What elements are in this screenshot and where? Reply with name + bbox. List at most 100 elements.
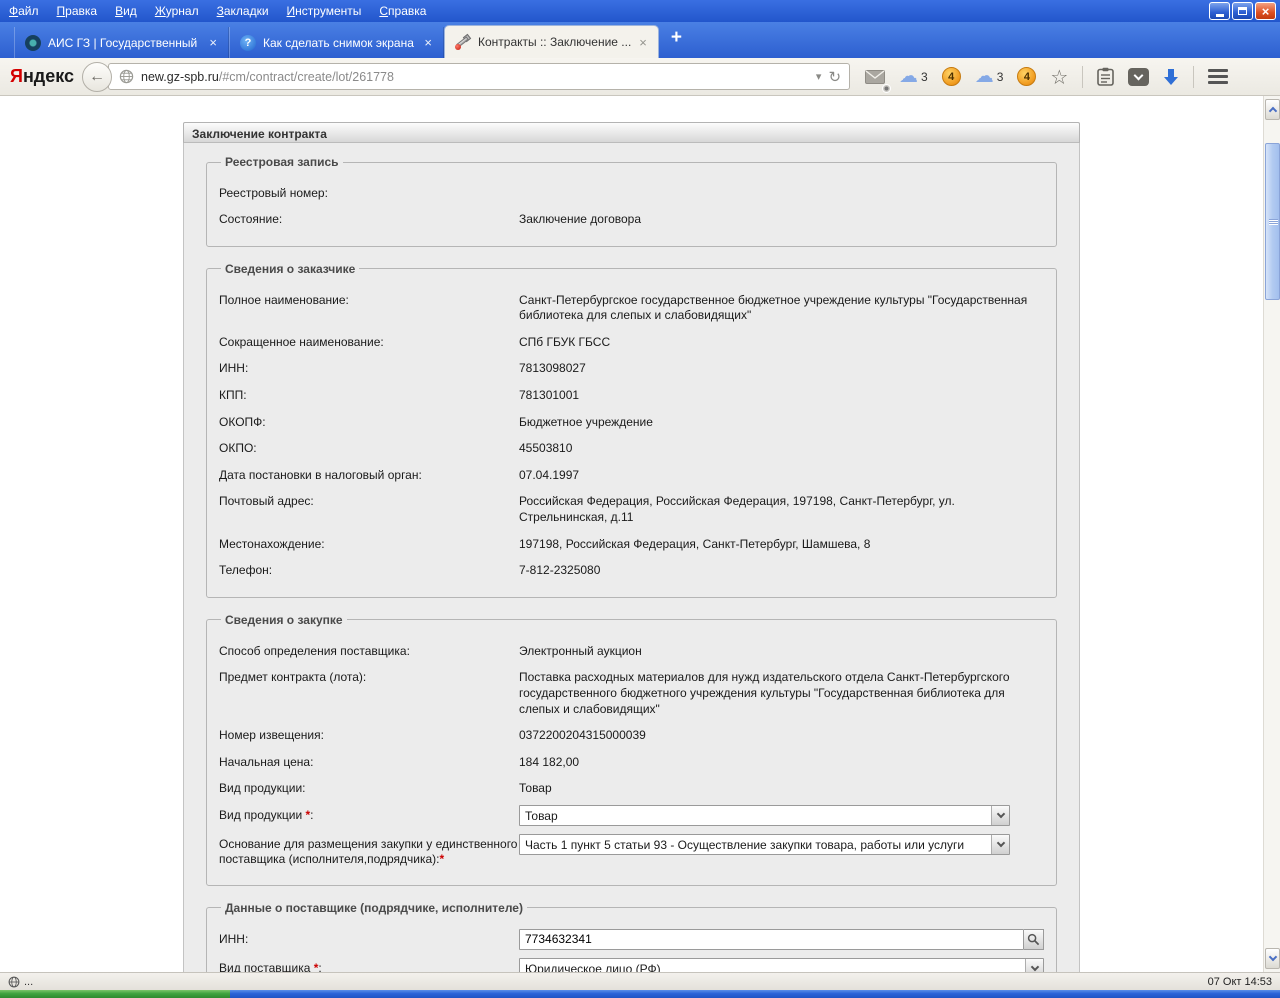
vertical-scrollbar[interactable]: [1263, 96, 1280, 972]
customer-okpo-value: 45503810: [519, 441, 573, 456]
customer-okopf-value: Бюджетное учреждение: [519, 414, 653, 429]
cloud-count: 3: [921, 69, 928, 84]
pocket-button[interactable]: [1123, 63, 1154, 91]
supplier-inn-input[interactable]: [519, 928, 1024, 950]
new-tab-button[interactable]: +: [659, 27, 694, 53]
restore-button[interactable]: [1232, 2, 1253, 20]
form-row: Местонахождение: 197198, Российская Федер…: [219, 534, 1044, 553]
cloud-sync-button-2[interactable]: ☁ 3: [970, 63, 1009, 91]
envelope-icon: [865, 69, 886, 84]
tab-bar: АИС ГЗ | Государственный ... ×? Как сделат…: [0, 22, 1280, 58]
chevron-down-icon: [996, 809, 1005, 819]
globe-icon: [119, 69, 134, 84]
tab-close-icon[interactable]: ×: [423, 36, 433, 49]
customer-location-label: Местонахождение:: [219, 536, 325, 551]
tab-1[interactable]: ? Как сделать снимок экрана ... ×: [229, 27, 444, 58]
product-type-select-select[interactable]: Товар: [519, 804, 1010, 826]
section-legend: Сведения о закупке: [225, 612, 343, 627]
registry-number-value: [519, 183, 1044, 201]
supplier-determination-method-label: Способ определения поставщика:: [219, 643, 410, 658]
dropdown-button[interactable]: [991, 834, 1009, 854]
menu-button[interactable]: [1203, 63, 1233, 91]
form-row: Предмет контракта (лота): Поставка расход…: [219, 667, 1044, 717]
section-2: Сведения о закупке Способ определения пос…: [206, 612, 1057, 886]
customer-short-name-label: Сокращенное наименование:: [219, 334, 384, 349]
dropdown-button[interactable]: [1025, 958, 1043, 972]
form-row: Сокращенное наименование: СПб ГБУК ГБСС: [219, 332, 1044, 351]
ais-gz-favicon: [25, 34, 41, 51]
form-row: ОКПО: 45503810: [219, 438, 1044, 457]
minimize-button[interactable]: [1209, 2, 1230, 20]
chevron-down-icon: [1268, 952, 1277, 962]
initial-price-value: 184 182,00: [519, 754, 580, 769]
menu-item-1[interactable]: Правка: [48, 1, 107, 21]
form-row: ОКОПФ: Бюджетное учреждение: [219, 412, 1044, 431]
tab-2[interactable]: Контракты :: Заключение ... ×: [444, 25, 659, 58]
form-row: Телефон: 7-812-2325080: [219, 560, 1044, 579]
single-supplier-basis-select[interactable]: Часть 1 пункт 5 статьи 93 - Осуществлени…: [519, 833, 1010, 855]
toolbar-separator: [1193, 65, 1195, 88]
notification-button-2[interactable]: 4: [1012, 63, 1041, 91]
form-row: ИНН: 7813098027: [219, 358, 1044, 377]
supplier-type-select[interactable]: Юридическое лицо (РФ): [519, 957, 1044, 972]
menubar: Файл Правка Вид Журнал Закладки Инструменты Сп…: [0, 1, 435, 21]
restore-icon: [1238, 7, 1247, 15]
tab-0[interactable]: АИС ГЗ | Государственный ... ×: [14, 27, 229, 58]
menu-item-4[interactable]: Закладки: [208, 1, 278, 21]
close-button[interactable]: ×: [1255, 2, 1276, 20]
customer-inn-label: ИНН:: [219, 361, 249, 376]
yandex-logo: Яндекс: [10, 66, 75, 86]
menu-item-6[interactable]: Справка: [370, 1, 435, 21]
form-row: Начальная цена: 184 182,00: [219, 752, 1044, 771]
navigation-toolbar: Яндекс ← new.gz-spb.ru/#cm/contract/crea…: [0, 58, 1280, 96]
registry-number-label: Реестровый номер:: [219, 186, 328, 200]
mail-button[interactable]: [860, 63, 892, 93]
url-text[interactable]: new.gz-spb.ru/#cm/contract/create/lot/26…: [141, 70, 811, 84]
chevron-down-icon: [1030, 962, 1039, 972]
form-row: Полное наименование: Санкт-Петербургское …: [219, 290, 1044, 324]
tab-close-icon[interactable]: ×: [638, 36, 648, 49]
menu-item-2[interactable]: Вид: [106, 1, 146, 21]
menu-item-0[interactable]: Файл: [0, 1, 48, 21]
windows-taskbar[interactable]: [0, 990, 1280, 998]
toolbar-separator: [1082, 65, 1084, 88]
supplier-determination-method-value: Электронный аукцион: [519, 643, 642, 658]
scrollbar-grip: [1269, 218, 1278, 225]
bookmark-star-button[interactable]: ☆: [1045, 63, 1073, 91]
supplier-inn-search-button[interactable]: [1024, 928, 1044, 950]
supplier-type-label: Вид поставщика *:: [219, 958, 519, 972]
back-button[interactable]: ←: [82, 61, 113, 92]
form-row: Вид продукции: Товар: [219, 778, 1044, 797]
menu-item-5[interactable]: Инструменты: [278, 1, 371, 21]
url-bar[interactable]: new.gz-spb.ru/#cm/contract/create/lot/26…: [108, 63, 851, 90]
window-titlebar: Файл Правка Вид Журнал Закладки Инструменты Сп…: [0, 0, 1280, 22]
notification-button-1[interactable]: 4: [937, 63, 966, 91]
url-dropdown-icon[interactable]: ▾: [811, 70, 827, 83]
downloads-button[interactable]: [1158, 63, 1184, 91]
product-type-label: Вид продукции:: [219, 781, 306, 796]
tab-close-icon[interactable]: ×: [208, 36, 218, 49]
page-title: Заключение контракта: [183, 122, 1080, 143]
cloud-sync-button-1[interactable]: ☁ 3: [894, 63, 933, 91]
start-button-area[interactable]: [0, 990, 230, 998]
customer-phone-value: 7-812-2325080: [519, 563, 601, 578]
form-row: Основание для размещения закупки у единс…: [219, 833, 1044, 867]
scrollbar-thumb[interactable]: [1265, 143, 1280, 300]
menu-item-3[interactable]: Журнал: [146, 1, 208, 21]
dropdown-button[interactable]: [991, 805, 1009, 825]
selected-option: Товар: [525, 808, 558, 823]
customer-kpp-label: КПП:: [219, 387, 247, 402]
window-controls: ×: [1209, 2, 1276, 20]
initial-price-label: Начальная цена:: [219, 754, 314, 769]
star-icon: ☆: [1050, 64, 1069, 89]
bookmarks-menu-button[interactable]: [1092, 63, 1119, 91]
scroll-up-button[interactable]: [1265, 99, 1280, 120]
selected-option: Часть 1 пункт 5 статьи 93 - Осуществлени…: [525, 837, 965, 852]
selected-option: Юридическое лицо (РФ): [525, 961, 661, 972]
form-row: Почтовый адрес: Российская Федерация, Рос…: [219, 491, 1044, 525]
contract-panel: Заключение контракта Реестровая запись Ре…: [183, 122, 1080, 972]
reload-icon[interactable]: ↻: [826, 68, 849, 86]
customer-tax-date-label: Дата постановки в налоговый орган:: [219, 467, 422, 482]
clock: 07 Окт 14:53: [1207, 975, 1272, 988]
scroll-down-button[interactable]: [1265, 948, 1280, 969]
